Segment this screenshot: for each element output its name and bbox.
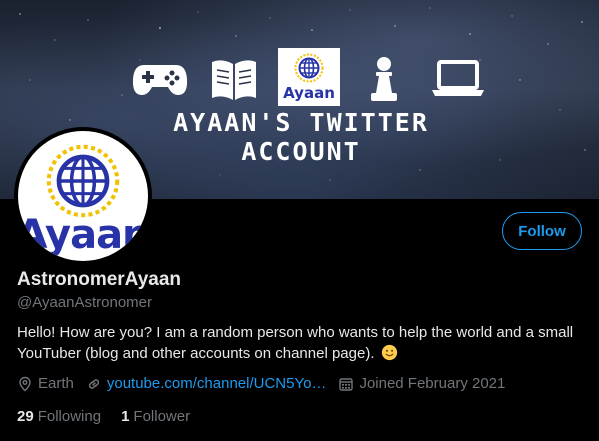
join-date-text: Joined February 2021 <box>359 375 506 392</box>
ayaan-logo-tile: Ayaan <box>278 48 340 106</box>
display-name: AstronomerAyaan <box>17 269 182 290</box>
location-pin-icon <box>19 376 31 391</box>
follow-counts: 29 Following 1 Follower <box>17 408 210 425</box>
avatar-text: Ayaan <box>16 212 150 258</box>
following-label: Following <box>37 408 102 425</box>
globe-icon <box>294 53 324 83</box>
globe-icon <box>46 144 120 218</box>
link-icon <box>88 378 99 389</box>
website[interactable]: youtube.com/channel/UCN5Yo… <box>86 375 327 392</box>
followers-link[interactable]: 1 Follower <box>121 408 190 425</box>
profile-bio: Hello! How are you? I am a random person… <box>17 322 592 364</box>
slightly-smiling-face-icon <box>381 344 397 361</box>
website-link[interactable]: youtube.com/channel/UCN5Yo… <box>107 375 327 392</box>
banner-title: AYAAN'S TWITTER ACCOUNT <box>173 108 429 166</box>
laptop-icon <box>428 55 488 103</box>
following-link[interactable]: 29 Following <box>17 408 101 425</box>
bio-text: Hello! How are you? I am a random person… <box>17 324 574 362</box>
logo-text: Ayaan <box>283 84 335 102</box>
profile-meta: Earth youtube.com/channel/UCN5Yo… Joined… <box>17 375 517 392</box>
calendar-icon <box>339 377 354 391</box>
join-date: Joined February 2021 <box>338 375 505 392</box>
gamepad-icon <box>130 55 190 103</box>
chess-pawn-icon <box>354 55 414 103</box>
book-icon <box>204 55 264 103</box>
user-handle: @AyaanAstronomer <box>17 294 153 311</box>
follow-button[interactable]: Follow <box>502 212 582 250</box>
followers-count: 1 <box>121 408 130 425</box>
following-count: 29 <box>17 408 34 425</box>
followers-label: Follower <box>133 408 191 425</box>
location: Earth <box>17 375 74 392</box>
banner-icon-row: Ayaan <box>130 48 488 106</box>
profile-avatar[interactable]: Ayaan <box>14 127 152 265</box>
location-text: Earth <box>38 375 74 392</box>
